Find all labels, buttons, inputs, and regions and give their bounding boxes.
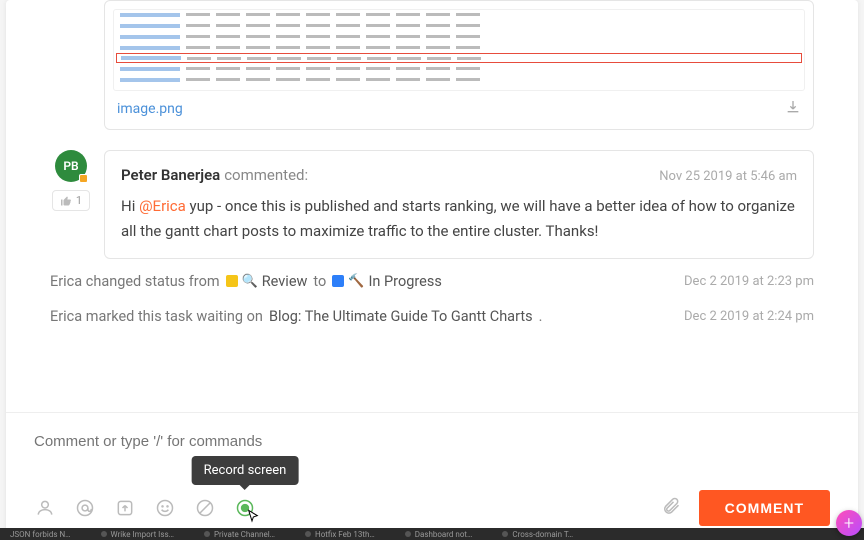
activity-timestamp: Dec 2 2019 at 2:23 pm (684, 274, 814, 289)
mention[interactable]: @Erica (139, 197, 186, 215)
activity-waiting-on: Erica marked this task waiting on Blog: … (6, 290, 858, 325)
status-color-yellow (226, 275, 238, 287)
browser-tab[interactable]: Private Channel… (204, 530, 275, 539)
mention-icon[interactable] (74, 497, 96, 519)
attachment-card[interactable]: image.png (104, 0, 814, 130)
comment-row: PB 1 Peter Banerjea commented: Nov 25 20… (6, 150, 858, 259)
hammer-icon: 🔨 (348, 274, 364, 289)
fab-add-button[interactable]: + (836, 510, 862, 536)
activity-status-change: Erica changed status from 🔍 Review to 🔨 … (6, 259, 858, 290)
status-from: 🔍 Review (226, 273, 308, 290)
comment-author: Peter Banerjea (121, 166, 220, 184)
magnifier-icon: 🔍 (242, 274, 258, 289)
dependency-task-link[interactable]: Blog: The Ultimate Guide To Gantt Charts (269, 308, 533, 325)
avatar[interactable]: PB (55, 150, 87, 182)
download-icon[interactable] (785, 99, 801, 119)
record-screen-button[interactable]: Record screen (234, 497, 256, 519)
attachment-thumbnail[interactable] (113, 9, 805, 91)
block-icon[interactable] (194, 497, 216, 519)
comment-input[interactable] (34, 429, 830, 490)
attach-icon[interactable] (661, 496, 681, 520)
status-to: 🔨 In Progress (332, 273, 442, 290)
upload-icon[interactable] (114, 497, 136, 519)
task-detail-panel: image.png PB 1 Pe (6, 0, 858, 540)
browser-tabs-strip: JSON forbids N… Wrike Import Iss… Privat… (0, 528, 864, 540)
comment-card: Peter Banerjea commented: Nov 25 2019 at… (104, 150, 814, 259)
browser-tab[interactable]: Wrike Import Iss… (101, 530, 174, 539)
comment-body: Hi @Erica yup - once this is published a… (121, 194, 797, 244)
like-count: 1 (76, 194, 82, 207)
presence-indicator (79, 174, 88, 183)
cursor-icon (246, 509, 262, 525)
comment-submit-button[interactable]: COMMENT (699, 490, 830, 526)
comment-timestamp: Nov 25 2019 at 5:46 am (659, 169, 797, 184)
status-color-blue (332, 275, 344, 287)
activity-actor-text: Erica changed status from (50, 273, 220, 290)
browser-tab[interactable]: Cross-domain T… (502, 530, 573, 539)
comment-composer (6, 412, 858, 490)
assign-icon[interactable] (34, 497, 56, 519)
browser-tab[interactable]: JSON forbids N… (10, 530, 71, 539)
activity-timestamp: Dec 2 2019 at 2:24 pm (684, 309, 814, 324)
like-button[interactable]: 1 (52, 190, 90, 211)
browser-tab[interactable]: Dashboard not… (405, 530, 473, 539)
comment-verb: commented: (224, 166, 308, 184)
attachment-filename[interactable]: image.png (117, 101, 183, 117)
emoji-icon[interactable] (154, 497, 176, 519)
browser-tab[interactable]: Hotfix Feb 13th… (305, 530, 375, 539)
tooltip: Record screen (192, 456, 299, 485)
avatar-initials: PB (63, 159, 78, 173)
